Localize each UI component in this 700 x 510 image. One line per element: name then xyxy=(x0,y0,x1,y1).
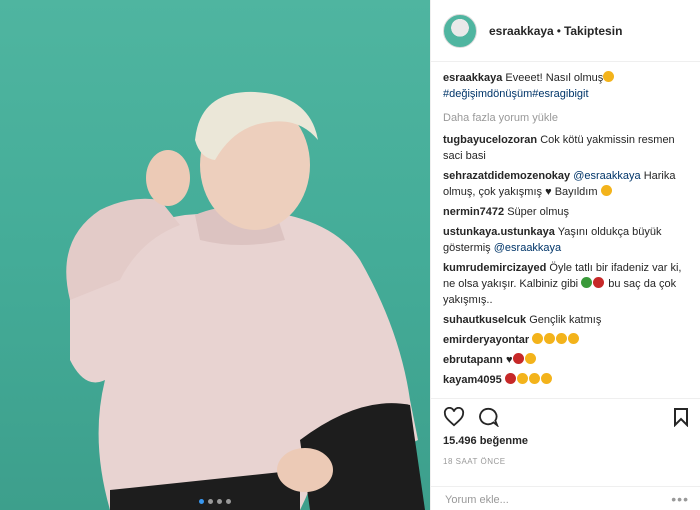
photo-illustration xyxy=(66,91,425,510)
caption-username[interactable]: esraakkaya xyxy=(443,72,502,84)
comment-item: tugbayucelozoran Cok kötü yakmissin resm… xyxy=(443,132,693,164)
carousel-dot[interactable] xyxy=(217,499,222,504)
hand-emoji-icon xyxy=(524,353,536,364)
comment-username[interactable]: sehrazatdidemozenokay xyxy=(443,170,570,182)
clap-emoji-icon xyxy=(528,373,540,384)
thumbs-up-emoji-icon xyxy=(556,333,568,344)
comment-item: nermin7472 Süper olmuş xyxy=(443,204,693,220)
lips-emoji-icon xyxy=(512,353,524,364)
instagram-post: esraakkaya • Takiptesin esraakkaya Eveeet!… xyxy=(0,0,700,510)
post-photo[interactable] xyxy=(0,0,430,510)
comment-username[interactable]: tugbayucelozoran xyxy=(443,134,537,146)
header-text: esraakkaya • Takiptesin xyxy=(489,24,622,38)
comment-input[interactable] xyxy=(443,493,667,507)
avatar[interactable] xyxy=(443,13,477,48)
comment-mention[interactable]: @esraakkaya xyxy=(494,242,561,254)
thumbs-up-emoji-icon xyxy=(532,333,544,344)
comment-item: kayam4095 xyxy=(443,372,693,388)
caption-text: Eveeet! Nasıl olmuş xyxy=(505,72,604,84)
caption: esraakkaya Eveeet! Nasıl olmuş #değişimd… xyxy=(443,70,693,102)
comment-bubble-icon[interactable] xyxy=(477,407,499,427)
comment-item: ustunkaya.ustunkaya Yaşını oldukça büyük… xyxy=(443,224,693,256)
header-username[interactable]: esraakkaya xyxy=(489,24,554,38)
black-heart-icon: ♥ xyxy=(545,186,552,198)
smile-emoji-icon xyxy=(603,71,615,82)
post-actions: 15.496 beğenme 18 SAAT ÖNCE xyxy=(431,398,700,466)
red-heart-emoji-icon xyxy=(504,373,516,384)
clap-emoji-icon xyxy=(516,373,528,384)
post-timestamp: 18 SAAT ÖNCE xyxy=(443,457,506,466)
thumbs-up-emoji-icon xyxy=(544,333,556,344)
smile-emoji-icon xyxy=(600,185,612,196)
comments-list: esraakkaya Eveeet! Nasıl olmuş #değişimd… xyxy=(443,70,693,400)
comment-item: sehrazatdidemozenokay @esraakkaya Harika… xyxy=(443,168,693,200)
post-sidebar: esraakkaya • Takiptesin esraakkaya Eveeet!… xyxy=(430,0,700,510)
comment-item: suhautkuselcuk Gençlik katmış xyxy=(443,312,693,328)
comment-username[interactable]: kayam4095 xyxy=(443,374,502,386)
turtle-emoji-icon xyxy=(581,277,593,288)
comment-username[interactable]: ustunkaya.ustunkaya xyxy=(443,226,555,238)
thumbs-up-emoji-icon xyxy=(568,333,580,344)
comment-item: emirderyayontar xyxy=(443,332,693,348)
action-icons xyxy=(443,407,499,427)
carousel-dots xyxy=(0,499,430,504)
like-heart-icon[interactable] xyxy=(443,407,465,427)
comment-username[interactable]: suhautkuselcuk xyxy=(443,314,526,326)
balloon-emoji-icon xyxy=(593,277,605,288)
bookmark-icon[interactable] xyxy=(673,407,689,432)
comment-username[interactable]: kumrudemircizayed xyxy=(443,262,546,274)
more-options-icon[interactable]: ••• xyxy=(671,491,689,507)
comment-text: Bayıldım xyxy=(554,186,598,198)
comment-username[interactable]: nermin7472 xyxy=(443,206,504,218)
comment-item: kumrudemircizayed Öyle tatlı bir ifadeni… xyxy=(443,260,693,308)
caption-hashtags[interactable]: #değişimdönüşüm#esragibigit xyxy=(443,88,589,100)
follow-status[interactable]: Takiptesin xyxy=(564,24,622,38)
clap-emoji-icon xyxy=(540,373,552,384)
load-more-comments[interactable]: Daha fazla yorum yükle xyxy=(443,110,693,126)
add-comment-bar: ••• xyxy=(431,486,700,510)
black-heart-icon: ♥ xyxy=(505,354,513,366)
comment-username[interactable]: ebrutapann xyxy=(443,354,503,366)
post-header: esraakkaya • Takiptesin xyxy=(431,0,700,62)
carousel-dot[interactable] xyxy=(208,499,213,504)
likes-count[interactable]: 15.496 beğenme xyxy=(443,435,528,447)
header-separator: • xyxy=(556,23,561,38)
comment-mention[interactable]: @esraakkaya xyxy=(573,170,640,182)
comment-text: Süper olmuş xyxy=(507,206,569,218)
comment-username[interactable]: emirderyayontar xyxy=(443,334,529,346)
carousel-dot[interactable] xyxy=(226,499,231,504)
comment-item: ebrutapann ♥ xyxy=(443,352,693,368)
carousel-dot-active[interactable] xyxy=(199,499,204,504)
comment-text: Gençlik katmış xyxy=(529,314,602,326)
